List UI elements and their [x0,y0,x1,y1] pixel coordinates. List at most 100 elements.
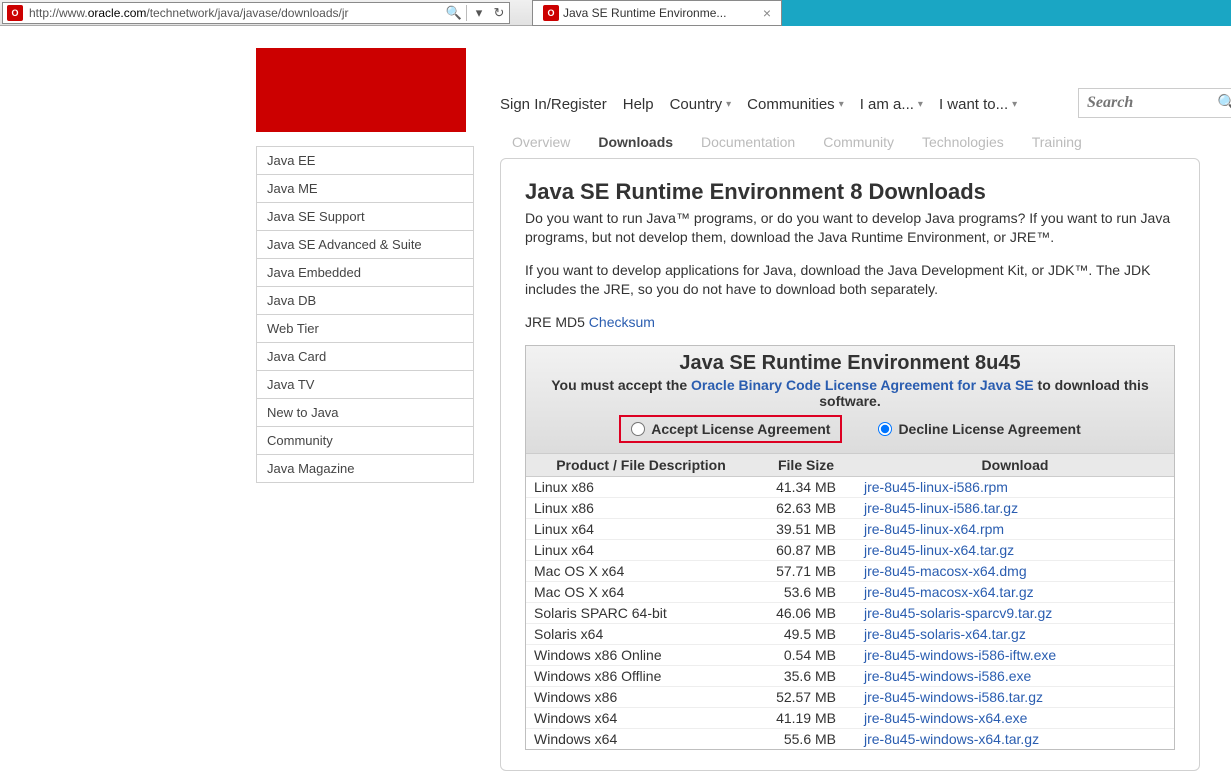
sidebar-item[interactable]: Java SE Support [257,202,473,230]
download-link[interactable]: jre-8u45-linux-x64.tar.gz [864,542,1014,558]
separator [466,5,467,21]
refresh-icon[interactable]: ↻ [489,3,509,23]
product-cell: Windows x86 Offline [526,666,756,687]
download-link[interactable]: jre-8u45-windows-i586.exe [864,668,1031,684]
sidebar-item[interactable]: Java Embedded [257,258,473,286]
download-link[interactable]: jre-8u45-macosx-x64.tar.gz [864,584,1034,600]
main-panel: Java SE Runtime Environment 8 Downloads … [500,158,1200,771]
size-cell: 39.51 MB [756,519,856,540]
download-box: Java SE Runtime Environment 8u45 You mus… [525,345,1175,750]
nav-help[interactable]: Help [623,96,654,113]
accept-license-radio[interactable] [631,422,645,436]
site-favicon-icon: O [7,5,23,21]
product-cell: Mac OS X x64 [526,582,756,603]
th-download: Download [856,454,1174,477]
sidebar-item[interactable]: Java EE [257,146,473,174]
sidebar-item[interactable]: Java Magazine [257,454,473,482]
sidebar-item[interactable]: Java SE Advanced & Suite [257,230,473,258]
sidebar: Java EEJava MEJava SE SupportJava SE Adv… [256,146,474,483]
size-cell: 57.71 MB [756,561,856,582]
sidebar-item[interactable]: Community [257,426,473,454]
sidebar-item[interactable]: Java DB [257,286,473,314]
download-link[interactable]: jre-8u45-windows-x64.tar.gz [864,731,1039,747]
product-cell: Solaris x64 [526,624,756,645]
table-row: Windows x6441.19 MB jre-8u45-windows-x64.… [526,708,1174,729]
size-cell: 62.63 MB [756,498,856,519]
tab-downloads[interactable]: Downloads [586,128,685,156]
decline-license-option[interactable]: Decline License Agreement [878,421,1080,437]
search-icon[interactable]: 🔍 [1217,93,1231,113]
sidebar-item[interactable]: Java Card [257,342,473,370]
nav-iwant[interactable]: I want to... ▾ [939,96,1017,113]
product-cell: Linux x86 [526,498,756,519]
accept-license-option[interactable]: Accept License Agreement [619,415,842,443]
address-bar[interactable]: O http://www.oracle.com/technetwork/java… [2,2,510,24]
product-cell: Linux x64 [526,519,756,540]
download-link[interactable]: jre-8u45-windows-i586-iftw.exe [864,647,1056,663]
page-title: Java SE Runtime Environment 8 Downloads [525,179,1175,205]
tab-community[interactable]: Community [811,128,906,156]
th-size: File Size [756,454,856,477]
tab-technologies[interactable]: Technologies [910,128,1016,156]
size-cell: 0.54 MB [756,645,856,666]
table-row: Windows x86 Online0.54 MBjre-8u45-window… [526,645,1174,666]
chevron-down-icon: ▾ [918,99,923,110]
download-link[interactable]: jre-8u45-windows-i586.tar.gz [864,689,1043,705]
license-notice: You must accept the Oracle Binary Code L… [536,377,1164,409]
tab-documentation[interactable]: Documentation [689,128,807,156]
size-cell: 60.87 MB [756,540,856,561]
nav-country[interactable]: Country ▾ [670,96,732,113]
table-row: Windows x8652.57 MBjre-8u45-windows-i586… [526,687,1174,708]
top-nav: Sign In/Register Help Country ▾ Communit… [500,96,1017,113]
download-link[interactable]: jre-8u45-macosx-x64.dmg [864,563,1027,579]
size-cell: 41.19 MB [756,708,856,729]
nav-iam[interactable]: I am a... ▾ [860,96,923,113]
download-link[interactable]: jre-8u45-linux-i586.rpm [864,479,1008,495]
download-link[interactable]: jre-8u45-windows-x64.exe [864,710,1027,726]
checksum-link[interactable]: Checksum [589,314,655,330]
download-link[interactable]: jre-8u45-solaris-sparcv9.tar.gz [864,605,1052,621]
table-row: Windows x6455.6 MB jre-8u45-windows-x64.t… [526,729,1174,750]
oracle-logo-banner[interactable] [256,48,466,132]
size-cell: 35.6 MB [756,666,856,687]
size-cell: 46.06 MB [756,603,856,624]
content-tabs: Overview Downloads Documentation Communi… [500,128,1094,156]
close-icon[interactable]: × [759,5,775,21]
nav-signin[interactable]: Sign In/Register [500,96,607,113]
decline-license-radio[interactable] [878,422,892,436]
license-link[interactable]: Oracle Binary Code License Agreement for… [691,377,1034,393]
download-link[interactable]: jre-8u45-linux-i586.tar.gz [864,500,1018,516]
download-link[interactable]: jre-8u45-solaris-x64.tar.gz [864,626,1026,642]
sidebar-item[interactable]: Java TV [257,370,473,398]
intro-para-1: Do you want to run Java™ programs, or do… [525,209,1175,247]
dropdown-icon[interactable]: ▾ [469,3,489,23]
tab-training[interactable]: Training [1020,128,1094,156]
table-row: Mac OS X x6457.71 MBjre-8u45-macosx-x64.… [526,561,1174,582]
table-row: Solaris x6449.5 MBjre-8u45-solaris-x64.t… [526,624,1174,645]
table-row: Linux x8641.34 MBjre-8u45-linux-i586.rpm [526,477,1174,498]
download-link[interactable]: jre-8u45-linux-x64.rpm [864,521,1004,537]
product-cell: Windows x64 [526,729,756,750]
size-cell: 53.6 MB [756,582,856,603]
chevron-down-icon: ▾ [839,99,844,110]
search-icon[interactable]: 🔍 [444,3,464,23]
size-cell: 55.6 MB [756,729,856,750]
tab-overview[interactable]: Overview [500,128,582,156]
search-input[interactable] [1087,94,1217,112]
site-search[interactable]: 🔍 [1078,88,1231,118]
product-cell: Windows x64 [526,708,756,729]
tab-strip-spacer [782,0,1231,26]
product-cell: Linux x86 [526,477,756,498]
browser-tab[interactable]: O Java SE Runtime Environme... × [532,0,782,26]
table-row: Linux x6460.87 MB jre-8u45-linux-x64.tar.… [526,540,1174,561]
sidebar-item[interactable]: New to Java [257,398,473,426]
sidebar-item[interactable]: Java ME [257,174,473,202]
table-row: Solaris SPARC 64-bit46.06 MBjre-8u45-sol… [526,603,1174,624]
product-cell: Linux x64 [526,540,756,561]
nav-communities[interactable]: Communities ▾ [747,96,844,113]
download-table: Product / File Description File Size Dow… [526,453,1174,749]
sidebar-item[interactable]: Web Tier [257,314,473,342]
md5-line: JRE MD5 Checksum [525,313,1175,332]
download-heading: Java SE Runtime Environment 8u45 [536,352,1164,375]
table-row: Linux x6439.51 MB jre-8u45-linux-x64.rpm [526,519,1174,540]
